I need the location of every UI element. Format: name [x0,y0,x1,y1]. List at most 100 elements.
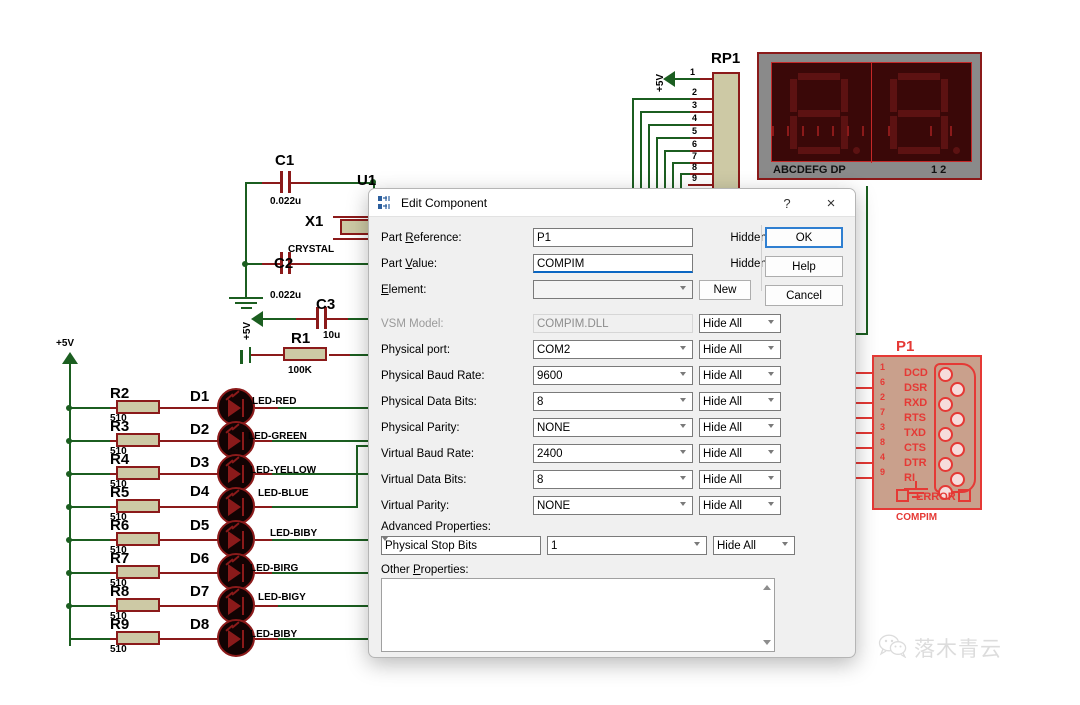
watermark: 落木青云 [878,633,1002,663]
wire [672,162,690,164]
resistor-r5[interactable] [116,499,160,513]
vsm-model-hide-select[interactable]: Hide All [699,314,781,333]
lead [160,572,220,574]
compim-pin-no-5: 8 [880,437,885,447]
resistor-r2[interactable] [116,400,160,414]
led-d7-ref: D7 [190,583,209,600]
advanced-property-select[interactable]: Physical Stop Bits [381,536,541,555]
physical-port-label: Physical port: [381,344,533,356]
compim-connector[interactable]: DCD DSR RXD RTS TXD CTS DTR RI ER [872,355,982,510]
help-action-button[interactable]: Help [765,256,843,277]
virtual-baud-label: Virtual Baud Rate: [381,448,533,460]
element-combo[interactable] [533,280,693,299]
resistor-r1-value: 100K [288,365,312,376]
virtual-baud-select[interactable]: 2400 [533,444,693,463]
wire [664,150,666,188]
wire [632,98,690,100]
part-value-input[interactable]: COMPIM [533,254,693,273]
part-reference-label: Part Reference: [381,232,533,244]
compim-pin-no-3: 7 [880,407,885,417]
dsub-hole [950,382,965,397]
close-icon[interactable]: × [809,189,853,217]
virtual-databits-select[interactable]: 8 [533,470,693,489]
scroll-down-icon[interactable] [763,640,771,645]
lead [262,182,282,184]
other-properties-textarea[interactable] [381,578,775,652]
compim-pin-name-4: TXD [904,427,926,439]
resistor-r8[interactable] [116,598,160,612]
new-element-button[interactable]: New [699,280,751,300]
rp1-pin-3: 3 [692,100,697,110]
scroll-up-icon[interactable] [763,585,771,590]
help-button[interactable]: ? [765,189,809,217]
compim-pin-name-1: DSR [904,382,927,394]
physical-parity-select[interactable]: NONE [533,418,693,437]
physical-databits-select[interactable]: 8 [533,392,693,411]
resistor-r6[interactable] [116,532,160,546]
compim-pin-name-3: RTS [904,412,926,424]
dsub-hole [950,472,965,487]
compim-pin-name-5: CTS [904,442,926,454]
net-label-d4: LED-BLUE [258,488,309,499]
wire [69,539,115,541]
virtual-databits-hide-select[interactable]: Hide All [699,470,781,489]
wire [69,440,115,442]
lead [160,440,220,442]
rp1-pin-2: 2 [692,87,697,97]
resistor-r3[interactable] [116,433,160,447]
lead [251,354,285,356]
edit-component-dialog[interactable]: Edit Component ? × Part Reference: P1 Hi… [368,188,856,658]
part-value-label: Part Value: [381,258,533,270]
compim-pin-no-1: 6 [880,377,885,387]
advanced-value-select[interactable]: 1 [547,536,707,555]
lead [326,318,350,320]
resistor-r7[interactable] [116,565,160,579]
compim-ref: P1 [896,338,914,355]
lead [296,318,318,320]
seven-segment-display[interactable]: ABCDEFG DP 1 2 [757,52,982,180]
physical-baud-hide-select[interactable]: Hide All [699,366,781,385]
virtual-baud-hide-select[interactable]: Hide All [699,444,781,463]
led-d2-ref: D2 [190,421,209,438]
dialog-action-buttons: OK Help Cancel [765,227,843,314]
error-indicator-right [958,489,971,502]
wire [648,124,650,188]
physical-port-select[interactable]: COM2 [533,340,693,359]
lead [688,184,714,186]
physical-port-hide-select[interactable]: Hide All [699,340,781,359]
dsub-hole [938,367,953,382]
physical-databits-row: Physical Data Bits: 8 Hide All [381,391,843,412]
lead [290,263,312,265]
resistor-pack-rp1[interactable] [712,72,740,192]
physical-baud-label: Physical Baud Rate: [381,370,533,382]
resistor-r9[interactable] [116,631,160,645]
resistor-r1[interactable] [283,347,327,361]
resistor-r4[interactable] [116,466,160,480]
lead [160,638,220,640]
wire [245,182,247,264]
resistor-r3-ref: R3 [110,418,129,435]
vsm-model-row: VSM Model: COMPIM.DLL Hide All [381,313,843,334]
wire [278,605,378,607]
virtual-parity-select[interactable]: NONE [533,496,693,515]
rp1-ref: RP1 [711,50,740,67]
cancel-button[interactable]: Cancel [765,285,843,306]
virtual-parity-hide-select[interactable]: Hide All [699,496,781,515]
advanced-properties-row: Physical Stop Bits 1 Hide All [381,536,843,555]
net-label-d3: LED-YELLOW [250,465,316,476]
net-label-d6: LED-BIRG [250,563,298,574]
ok-button[interactable]: OK [765,227,843,248]
compim-pin-no-0: 1 [880,362,885,372]
physical-baud-select[interactable]: 9600 [533,366,693,385]
compim-pin-name-0: DCD [904,367,928,379]
scrollbar[interactable] [760,579,774,651]
part-reference-input[interactable]: P1 [533,228,693,247]
display-pin [772,126,774,136]
dialog-titlebar[interactable]: Edit Component ? × [369,189,855,217]
advanced-hide-select[interactable]: Hide All [713,536,795,555]
physical-databits-hide-select[interactable]: Hide All [699,392,781,411]
wire [680,173,682,188]
net-label-d7: LED-BIGY [258,592,306,603]
ground-stub [240,350,243,364]
physical-parity-hide-select[interactable]: Hide All [699,418,781,437]
